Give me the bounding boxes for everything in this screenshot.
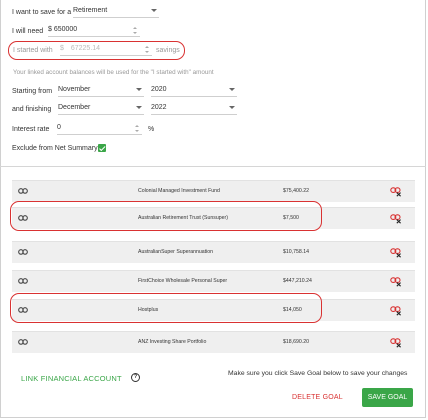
started-currency: $ [60, 45, 64, 52]
stepper-icon[interactable] [134, 124, 141, 133]
save-reminder-text: Make sure you click Save Goal below to s… [228, 370, 408, 377]
chevron-down-icon [136, 88, 142, 91]
started-suffix: savings [156, 47, 180, 54]
account-name: FirstChoice Wholesale Personal Super [138, 278, 228, 284]
save-for-select[interactable]: Retirement [73, 5, 159, 18]
account-highlight [10, 201, 322, 231]
interest-suffix: % [148, 126, 155, 133]
account-row: AustralianSuper Superannuation $10,758.14 [12, 241, 415, 263]
delete-goal-button[interactable]: DELETE GOAL [292, 394, 343, 401]
account-amount: $447,210.24 [283, 278, 312, 284]
chevron-down-icon [229, 106, 235, 109]
interest-rate-input[interactable]: 0 [57, 122, 142, 135]
start-month-select[interactable]: November [58, 84, 144, 97]
checkbox-checked-icon[interactable] [98, 144, 106, 152]
finishing-label: and finishing [12, 106, 52, 113]
unlink-icon[interactable] [390, 247, 402, 258]
need-label: I will need [12, 28, 44, 35]
start-year-select[interactable]: 2020 [151, 84, 237, 97]
unlink-icon[interactable] [390, 305, 402, 316]
link-icon[interactable] [18, 338, 28, 346]
starting-label: Starting from [12, 88, 53, 95]
account-amount: $75,400.22 [283, 188, 309, 194]
started-label: I started with [13, 47, 53, 54]
need-amount-value: $ 650000 [48, 26, 78, 33]
account-row: ANZ Investing Share Portfolio $18,690.20 [12, 331, 415, 353]
started-amount-value: 67225.14 [70, 45, 101, 52]
unlink-icon[interactable] [390, 186, 402, 197]
account-amount: $10,758.14 [283, 249, 309, 255]
started-amount-input[interactable]: $ 67225.14 [60, 43, 152, 56]
finish-year-select[interactable]: 2022 [151, 102, 237, 115]
link-account-button[interactable]: LINK FINANCIAL ACCOUNT [21, 374, 122, 383]
link-icon[interactable] [18, 277, 28, 285]
save-for-value: Retirement [73, 7, 108, 14]
chevron-down-icon [229, 88, 235, 91]
start-month-value: November [58, 86, 91, 93]
interest-label: Interest rate [12, 126, 50, 133]
interest-rate-value: 0 [57, 124, 61, 131]
stepper-icon[interactable] [144, 45, 151, 54]
unlink-icon[interactable] [390, 337, 402, 348]
link-icon[interactable] [18, 248, 28, 256]
account-name: Colonial Managed Investment Fund [138, 188, 220, 194]
unlink-icon[interactable] [390, 213, 402, 224]
account-name: AustralianSuper Superannuation [138, 249, 213, 255]
help-icon[interactable]: ? [131, 373, 140, 382]
account-amount: $18,690.20 [283, 339, 309, 345]
start-year-value: 2020 [151, 86, 167, 93]
need-amount-input[interactable]: $ 650000 [48, 24, 140, 37]
account-name: ANZ Investing Share Portfolio [138, 339, 207, 345]
link-icon[interactable] [18, 187, 28, 195]
chevron-down-icon [136, 106, 142, 109]
account-highlight [10, 293, 322, 323]
hint-text: Your linked account balances will be use… [13, 69, 214, 76]
account-row: FirstChoice Wholesale Personal Super $447… [12, 270, 415, 292]
finish-year-value: 2022 [151, 104, 167, 111]
exclude-label: Exclude from Net Summary [12, 145, 98, 152]
account-row: Colonial Managed Investment Fund $75,400.… [12, 180, 415, 202]
stepper-icon[interactable] [132, 26, 139, 35]
save-for-label: I want to save for a [12, 9, 72, 16]
save-goal-button[interactable]: SAVE GOAL [362, 388, 413, 407]
finish-month-select[interactable]: December [58, 102, 144, 115]
chevron-down-icon [151, 9, 157, 12]
section-divider [0, 166, 426, 167]
finish-month-value: December [58, 104, 91, 111]
unlink-icon[interactable] [390, 276, 402, 287]
